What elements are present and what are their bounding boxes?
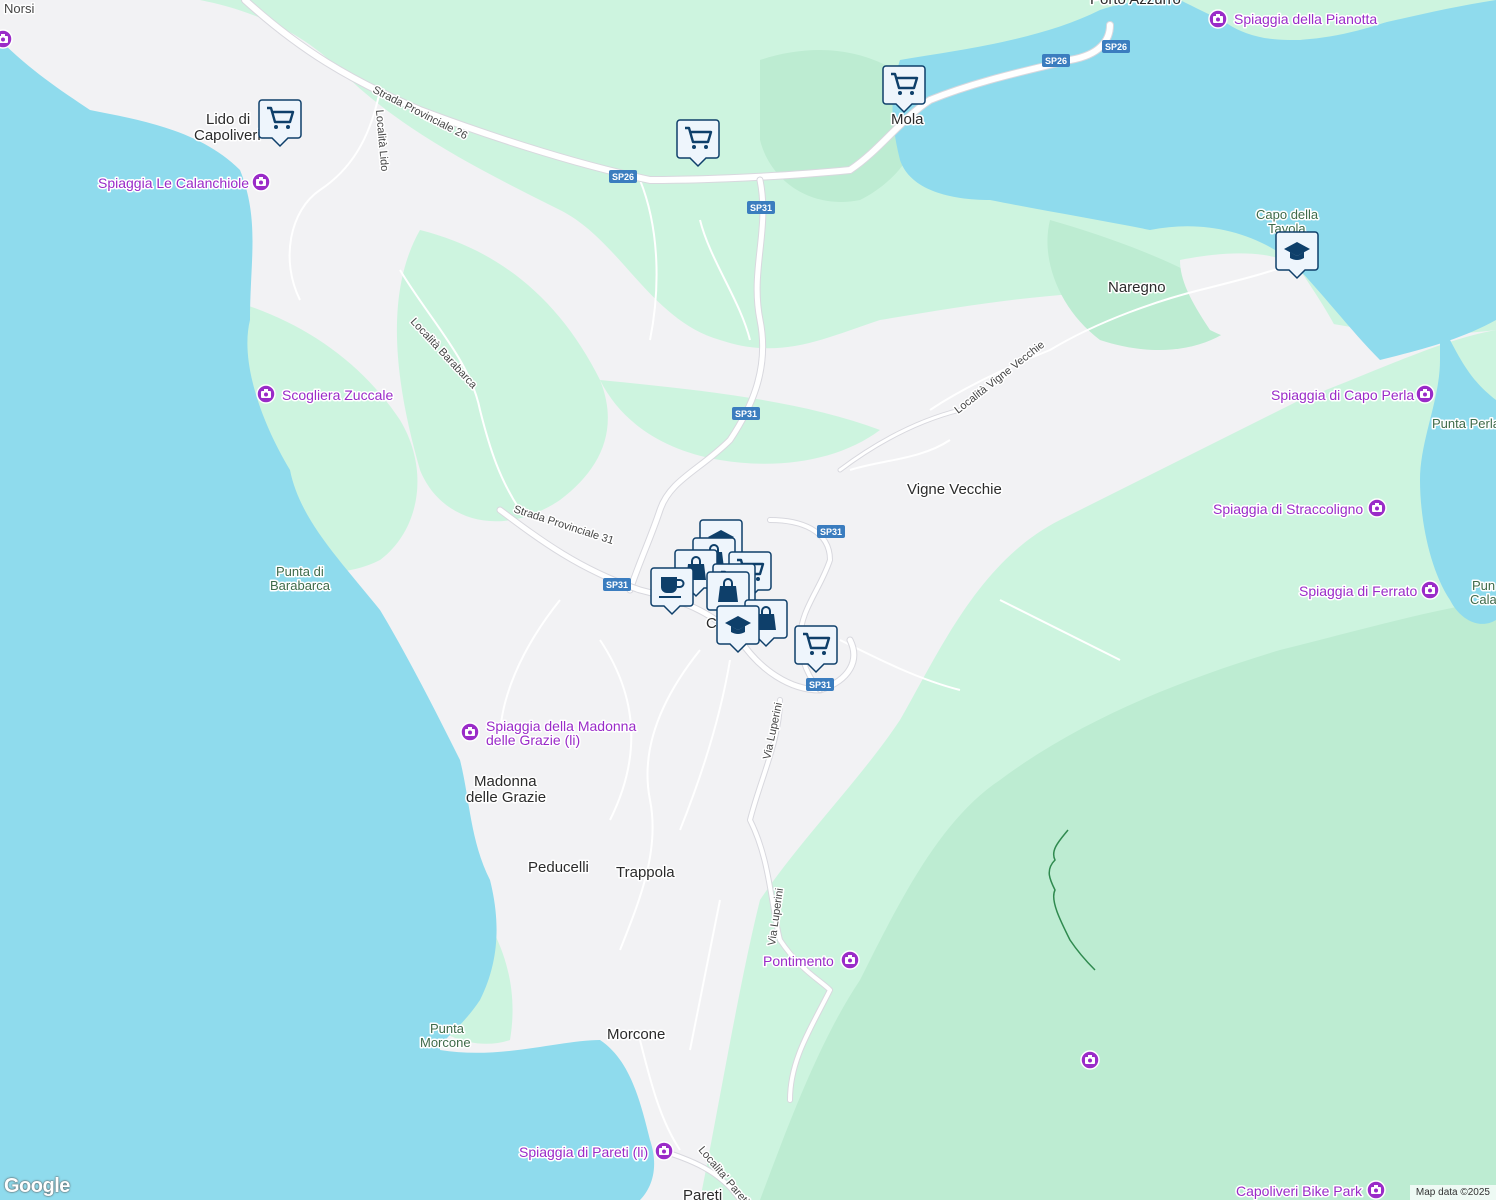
poi-calanchiole[interactable]: Spiaggia Le Calanchiole [97, 172, 271, 193]
camera-icon [1420, 580, 1440, 600]
poi-label: Spiaggia di Pareti (li) [519, 1144, 648, 1160]
poi-straccoligno[interactable]: Spiaggia di Straccoligno [1212, 498, 1387, 519]
camera-icon [1080, 1050, 1100, 1070]
camera-icon [1415, 384, 1435, 404]
place-label-mola: Mola [891, 111, 924, 128]
natural-label-morcone: Punta [430, 1021, 465, 1036]
place-label-pareti: Pareti [683, 1187, 722, 1200]
shield-sp31-5: SP31 [806, 678, 834, 691]
shield-label: SP26 [612, 172, 634, 182]
poi-capo-perla[interactable]: Spiaggia di Capo Perla [1270, 384, 1435, 405]
poi-pontimento[interactable]: Pontimento [762, 950, 860, 971]
camera-icon [0, 29, 13, 49]
shield-sp31-1: SP31 [747, 201, 775, 214]
poi-label: Scogliera Zuccale [282, 387, 393, 403]
place-label-vigne-vecchie: Vigne Vecchie [907, 481, 1002, 498]
shield-sp26-3: SP26 [609, 170, 637, 183]
place-label-peducelli: Peducelli [528, 859, 589, 876]
shield-label: SP31 [809, 680, 831, 690]
poi-label: Spiaggia della Pianotta [1234, 11, 1377, 27]
poi-label: Spiaggia di Capo Perla [1271, 387, 1414, 403]
map-canvas[interactable]: SP26 SP26 SP26 SP31 SP31 SP31 SP31 SP31 … [0, 0, 1496, 1200]
shield-sp31-4: SP31 [603, 578, 631, 591]
camera-icon [840, 950, 860, 970]
poi-label: Pontimento [763, 953, 834, 969]
natural-label-cala: Cala [1470, 592, 1496, 607]
natural-label-punta: Pun [1472, 578, 1495, 593]
place-label-naregno: Naregno [1108, 279, 1166, 296]
place-label-trappola: Trappola [616, 864, 675, 881]
shield-label: SP31 [750, 203, 772, 213]
shield-label: SP31 [820, 527, 842, 537]
camera-icon [460, 722, 480, 742]
natural-label-capo-tavola: Capo della [1256, 207, 1319, 222]
camera-icon [1208, 9, 1228, 29]
place-label-lido-2: Capoliveri [194, 127, 261, 144]
shield-label: SP31 [606, 580, 628, 590]
place-label-lido: Lido di [206, 111, 250, 128]
place-label-madonna-2: delle Grazie [466, 789, 546, 806]
camera-icon [256, 384, 276, 404]
poi-unnamed[interactable] [1080, 1050, 1100, 1070]
natural-label-punta-perla: Punta Perla [1432, 416, 1496, 431]
shield-sp26-1: SP26 [1102, 40, 1130, 53]
poi-label: Spiaggia di Straccoligno [1213, 501, 1363, 517]
map-attribution[interactable]: Map data ©2025 [1409, 1185, 1496, 1200]
poi-pianotta[interactable]: Spiaggia della Pianotta [1208, 9, 1379, 29]
place-label-porto-azzurro: Porto Azzurro [1090, 0, 1181, 8]
place-label-madonna: Madonna [474, 773, 537, 790]
google-logo: Google [4, 1175, 70, 1197]
shield-label: SP26 [1045, 56, 1067, 66]
camera-icon [654, 1141, 674, 1161]
poi-label-2: delle Grazie (li) [486, 732, 580, 748]
poi-norsi[interactable] [0, 29, 13, 49]
shield-sp26-2: SP26 [1042, 54, 1070, 67]
shield-label: SP31 [735, 409, 757, 419]
natural-label-morcone-2: Morcone [420, 1035, 471, 1050]
camera-icon [1367, 498, 1387, 518]
camera-icon [1366, 1180, 1386, 1200]
place-label-norsi: Norsi [4, 1, 34, 16]
place-label-morcone: Morcone [607, 1026, 665, 1043]
camera-icon [251, 172, 271, 192]
poi-label: Capoliveri Bike Park [1236, 1183, 1363, 1199]
natural-label-barabarca: Punta di [276, 564, 324, 579]
shield-sp31-3: SP31 [817, 525, 845, 538]
shield-label: SP26 [1105, 42, 1127, 52]
poi-label: Spiaggia di Ferrato [1299, 583, 1418, 599]
shield-sp31-2: SP31 [732, 407, 760, 420]
poi-label: Spiaggia Le Calanchiole [98, 175, 249, 191]
natural-label-barabarca-2: Barabarca [270, 578, 331, 593]
